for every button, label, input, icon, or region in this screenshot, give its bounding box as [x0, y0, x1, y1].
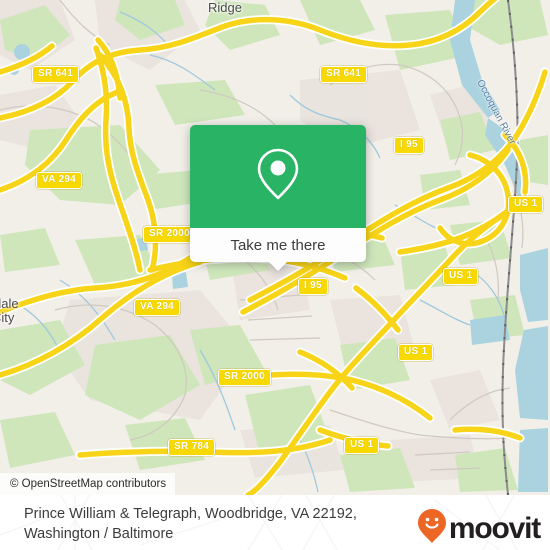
- moovit-wordmark: moovit: [448, 511, 541, 545]
- map-place-label: City: [0, 310, 15, 325]
- location-title-line1: Prince William & Telegraph, Woodbridge, …: [24, 506, 357, 522]
- road-shield[interactable]: SR 784: [168, 439, 216, 456]
- map-place-label: Ridge: [208, 0, 242, 15]
- location-title: Prince William & Telegraph, Woodbridge, …: [24, 504, 384, 544]
- road-shield[interactable]: SR 2000: [143, 226, 197, 243]
- take-me-there-button[interactable]: Take me there: [190, 228, 366, 271]
- take-me-there-label: Take me there: [230, 236, 326, 254]
- screenshot-root: Ridge dale City Occoquan River SR 641 SR…: [0, 0, 550, 550]
- road-shield[interactable]: US 1: [443, 268, 479, 285]
- road-shield[interactable]: SR 2000: [218, 369, 272, 386]
- map-place-label: dale: [0, 296, 19, 311]
- callout-pin-area: [190, 125, 366, 228]
- footer-bar: Prince William & Telegraph, Woodbridge, …: [0, 495, 550, 550]
- map-attribution[interactable]: © OpenStreetMap contributors: [0, 473, 176, 495]
- road-shield[interactable]: I 95: [394, 137, 424, 154]
- road-shield[interactable]: VA 294: [134, 299, 181, 316]
- road-shield[interactable]: US 1: [398, 344, 434, 361]
- road-shield[interactable]: I 95: [298, 278, 328, 295]
- map-pin-icon: [255, 146, 301, 207]
- road-shield[interactable]: US 1: [508, 196, 544, 213]
- moovit-logo[interactable]: moovit: [417, 508, 541, 549]
- location-callout-card[interactable]: Take me there: [190, 125, 366, 271]
- location-title-line2: Washington / Baltimore: [24, 526, 174, 542]
- road-shield[interactable]: VA 294: [36, 172, 83, 189]
- road-shield[interactable]: US 1: [344, 437, 380, 454]
- moovit-smiley-pin-icon: [417, 508, 447, 549]
- road-shield[interactable]: SR 641: [32, 66, 80, 83]
- road-shield[interactable]: SR 641: [320, 66, 368, 83]
- callout-tail-icon: [269, 262, 287, 271]
